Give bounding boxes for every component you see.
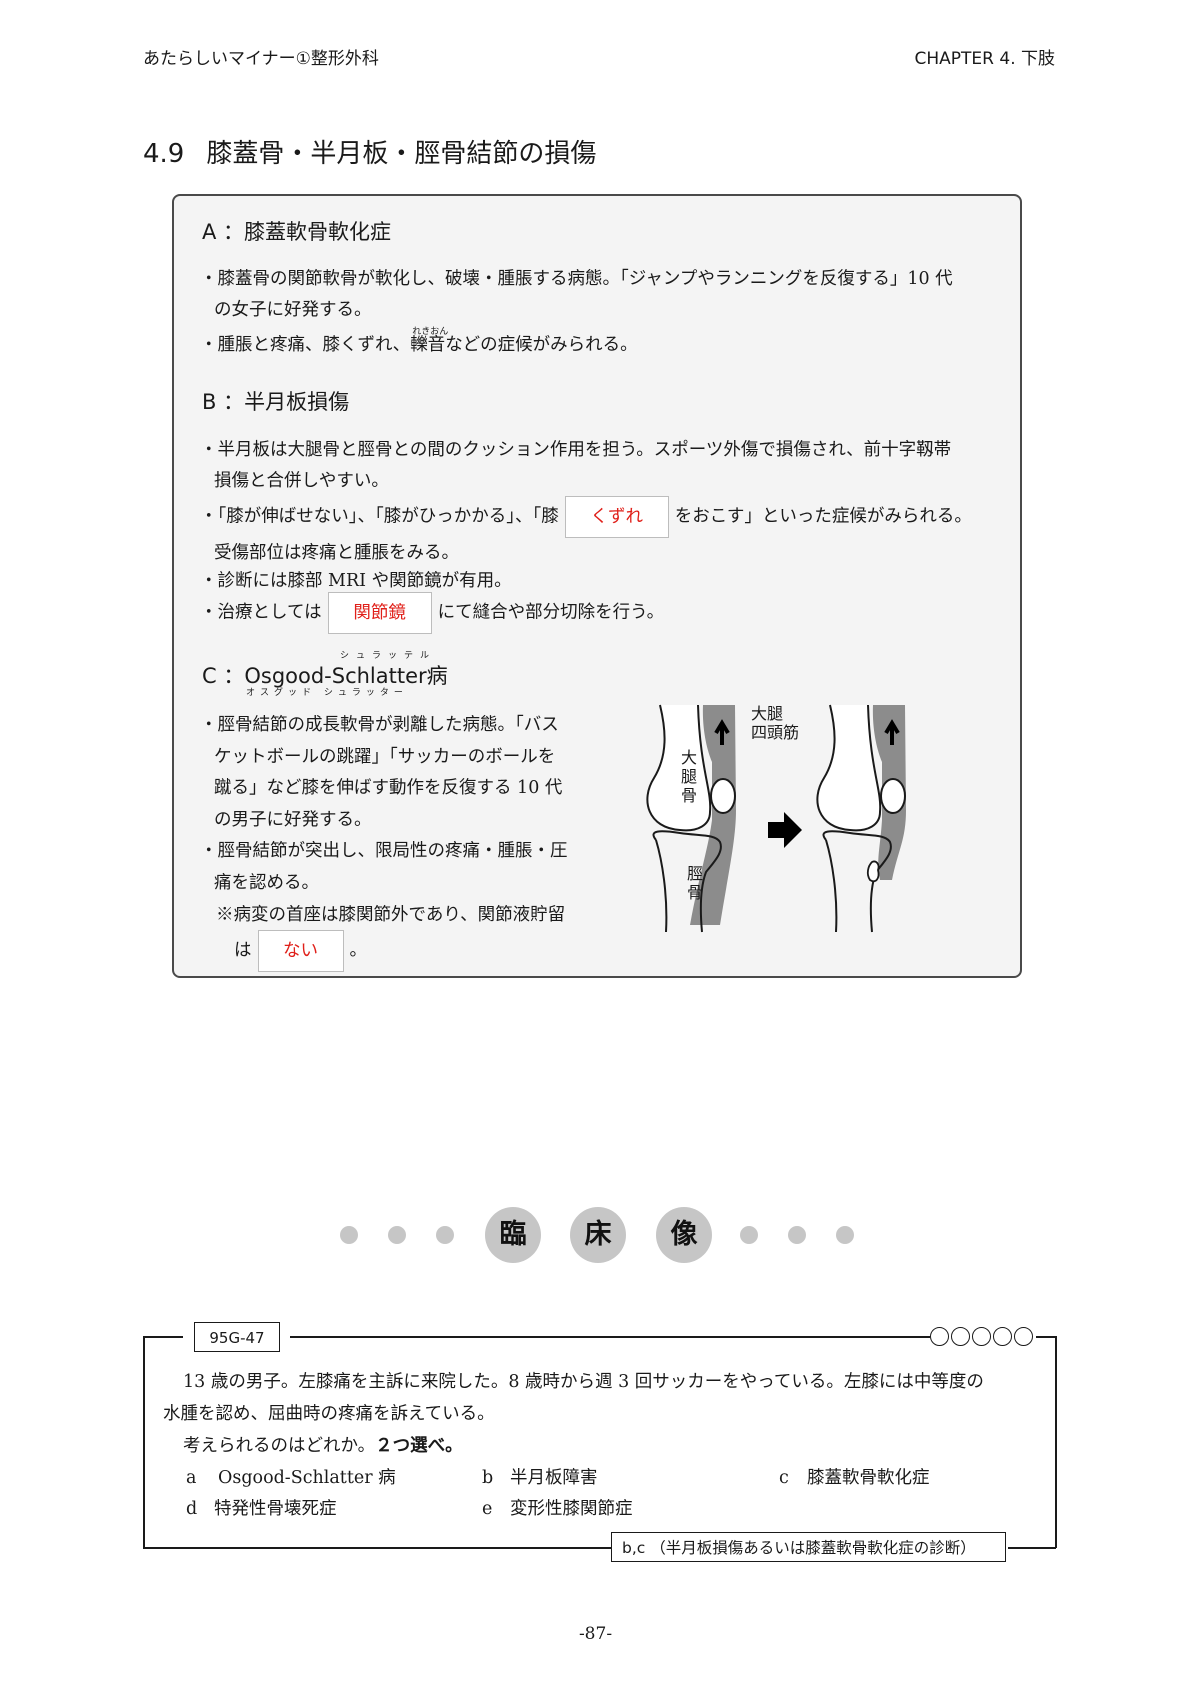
a-bullet-1-line-2: の女子に好発する。 (214, 300, 372, 320)
question-line-2: 水腫を認め、屈曲時の疼痛を訴えている。 (163, 1404, 495, 1424)
choice-c[interactable]: c 膝蓋軟骨軟化症 (779, 1462, 930, 1494)
b-bullet-4: ・治療としては 関節鏡 にて縫合や部分切除を行う。 (200, 592, 1000, 634)
qbox-bottom-left (143, 1547, 613, 1549)
patella-lesion (880, 778, 906, 814)
c-bullet-1-line-1: ・脛骨結節の成長軟骨が剥離した病態。「バス (200, 715, 559, 735)
heading-a: A ：膝蓋軟骨軟化症 (202, 220, 392, 244)
question-prompt: 考えられるのはどれか。２つ選べ。 (163, 1430, 1043, 1462)
b-bullet-2: ・「膝が伸ばせない」、「膝がひっかかる」、「膝 くずれ をおこす」といった症候がみら… (200, 496, 1000, 569)
qbox-top-end (1036, 1336, 1056, 1338)
label-quadriceps-line-1: 大腿 (751, 704, 784, 723)
qbox-left (143, 1336, 145, 1548)
b-bullet-2-line-2: 受傷部位は疼痛と腫脹をみる。 (214, 543, 459, 563)
running-header-right: CHAPTER 4. 下肢 (914, 49, 1056, 69)
section-title: 4.9 膝蓋骨・半月板・脛骨結節の損傷 (143, 133, 596, 170)
c-bullet-2: ・脛骨結節が突出し、限局性の疼痛・腫脹・圧 痛を認める。 (200, 836, 620, 899)
question-stem: 13 歳の男子。左膝痛を主訴に来院した。8 歳時から週 3 回サッカーをやってい… (163, 1366, 1043, 1462)
a-bullet-1-line-1: ・膝蓋骨の関節軟骨が軟化し、破壊・腫脹する病態。「ジャンプやランニングを反復する… (200, 269, 953, 289)
difficulty-circle (972, 1327, 991, 1346)
choice-letter: c (779, 1468, 789, 1488)
c-bullet-2-line-2: 痛を認める。 (214, 872, 319, 893)
c-note: ※病変の首座は膝関節外であり、関節液貯留 (216, 905, 566, 925)
blank-kuzure[interactable]: くずれ (564, 496, 669, 538)
b-bullet-2-pre: ・「膝が伸ばせない」、「膝がひっかかる」、「膝 (200, 506, 559, 527)
qbox-top-right (290, 1336, 930, 1338)
blank-nai[interactable]: ない (257, 930, 344, 972)
question-prompt-text: 考えられるのはどれか。 (183, 1436, 376, 1456)
a-bullet-2-pre: ・腫脹と疼痛、膝くずれ、 (200, 335, 411, 355)
choice-b[interactable]: b 半月板障害 (482, 1462, 598, 1494)
choice-text: 変形性膝関節症 (510, 1499, 633, 1519)
page-number: -87- (578, 1624, 613, 1644)
label-femur: 大 腿 骨 (681, 748, 698, 805)
divider-dot (740, 1226, 758, 1244)
b-bullet-4-pre: ・治療としては (200, 602, 322, 623)
ruby-rekion: れきおん (412, 327, 449, 337)
c-bullet-1-line-2: ケットボールの跳躍」「サッカーのボールを (214, 746, 556, 767)
choice-a[interactable]: a Osgood-Schlatter 病 (186, 1462, 396, 1494)
qbox-right (1055, 1336, 1057, 1548)
patella-normal (710, 778, 736, 814)
choice-e[interactable]: e 変形性膝関節症 (482, 1493, 633, 1525)
ruby-osgood-bottom: オスグッド シュラッター (246, 688, 408, 698)
c-bullet-1-line-4: の男子に好発する。 (214, 809, 372, 830)
difficulty-circle (993, 1327, 1012, 1346)
question-line-1: 13 歳の男子。左膝痛を主訴に来院した。8 歳時から週 3 回サッカーをやってい… (183, 1372, 984, 1392)
arrow-right-icon (768, 812, 802, 848)
clinical-char-1: 臨 (485, 1207, 541, 1263)
choice-letter: d (186, 1499, 198, 1519)
choice-text: 半月板障害 (510, 1468, 598, 1488)
b-bullet-2-post: をおこす」といった症候がみられる。 (674, 506, 972, 527)
answer-box: b,c （半月板損傷あるいは膝蓋軟骨軟化症の診断） (611, 1532, 1006, 1562)
c-bullet-2-line-1: ・脛骨結節が突出し、限局性の疼痛・腫脹・圧 (200, 841, 568, 861)
a-bullet-2: ・腫脹と疼痛、膝くずれ、 れきおん 轢音などの症候がみられる。 (200, 327, 1000, 361)
heading-c-prefix: C ： (202, 664, 245, 688)
clinical-char-2: 床 (570, 1207, 626, 1263)
b-bullet-1-line-2: 損傷と合併しやすい。 (214, 471, 389, 491)
section-number: 4.9 (143, 139, 185, 169)
divider-dot (340, 1226, 358, 1244)
blank-kansetsukyo[interactable]: 関節鏡 (327, 592, 432, 634)
difficulty-circle (930, 1327, 949, 1346)
heading-b: B ：半月板損傷 (202, 390, 350, 414)
question-prompt-bold: ２つ選べ。 (375, 1436, 463, 1456)
b-bullet-4-post: にて縫合や部分切除を行う。 (437, 602, 665, 623)
a-bullet-2-post: などの症候がみられる。 (445, 335, 638, 355)
c-bullet-1: ・脛骨結節の成長軟骨が剥離した病態。「バス ケットボールの跳躍」「サッカーのボー… (200, 710, 620, 836)
c-note-pre: は (234, 940, 252, 961)
choice-letter: b (482, 1468, 494, 1488)
b-bullet-1-line-1: ・半月板は大腿骨と脛骨との間のクッション作用を担う。スポーツ外傷で損傷され、前十… (200, 440, 952, 460)
choice-text: 特発性骨壊死症 (214, 1499, 337, 1519)
knee-lesion (816, 704, 906, 933)
choice-letter: a (186, 1468, 197, 1488)
qbox-bottom-right (1008, 1547, 1056, 1549)
c-bullet-1-line-3: 蹴る」など膝を伸ばす動作を反復する 10 代 (214, 778, 563, 798)
heading-c-suffix: 病 (426, 664, 448, 688)
question-id: 95G-47 (194, 1322, 280, 1352)
tibial-tuberosity-fragment (866, 860, 880, 883)
qbox-top-left (143, 1336, 183, 1338)
running-header-left: あたらしいマイナー①整形外科 (143, 49, 379, 69)
choice-d[interactable]: d 特発性骨壊死症 (186, 1493, 337, 1525)
choice-text: 膝蓋軟骨軟化症 (807, 1468, 930, 1488)
c-note-post: 。 (349, 940, 368, 961)
clinical-char-3: 像 (656, 1207, 712, 1263)
choice-letter: e (482, 1499, 493, 1519)
divider-dot (788, 1226, 806, 1244)
a-bullet-1: ・膝蓋骨の関節軟骨が軟化し、破壊・腫脹する病態。「ジャンプやランニングを反復する… (200, 264, 1000, 326)
choice-text: Osgood-Schlatter 病 (218, 1468, 396, 1488)
femur-normal (646, 704, 712, 832)
divider-dot (836, 1226, 854, 1244)
divider-dot (436, 1226, 454, 1244)
divider-dot (388, 1226, 406, 1244)
label-tibia: 脛 骨 (687, 864, 704, 902)
difficulty-circle (1014, 1327, 1033, 1346)
difficulty-circle (951, 1327, 970, 1346)
section-title-text: 膝蓋骨・半月板・脛骨結節の損傷 (206, 139, 597, 169)
label-quadriceps: 大腿 四頭筋 (751, 704, 799, 742)
femur-lesion (816, 704, 882, 832)
label-quadriceps-line-2: 四頭筋 (751, 723, 800, 742)
b-bullet-1: ・半月板は大腿骨と脛骨との間のクッション作用を担う。スポーツ外傷で損傷され、前十… (200, 435, 1000, 497)
